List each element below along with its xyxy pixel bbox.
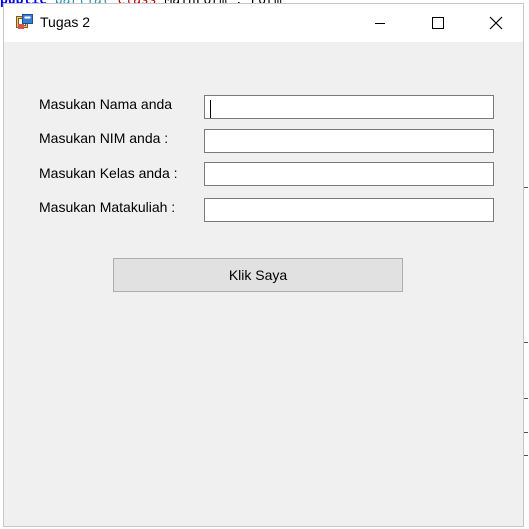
maximize-button[interactable] bbox=[409, 4, 467, 42]
klik-saya-button[interactable]: Klik Saya bbox=[113, 258, 403, 292]
label-nama: Masukan Nama anda bbox=[39, 96, 173, 112]
kelas-input[interactable] bbox=[204, 162, 494, 186]
text-caret bbox=[210, 100, 211, 118]
minimize-icon bbox=[375, 23, 385, 24]
matakuliah-input[interactable] bbox=[204, 198, 494, 222]
maximize-icon bbox=[432, 17, 444, 29]
label-nim: Masukan NIM anda : bbox=[39, 130, 169, 146]
winforms-app-icon bbox=[16, 14, 33, 29]
window-title: Tugas 2 bbox=[40, 14, 91, 30]
nama-input[interactable] bbox=[204, 95, 494, 119]
form-window: Tugas 2 Masukan Nama anda Masukan NIM an… bbox=[3, 3, 524, 527]
label-matakuliah: Masukan Matakuliah : bbox=[39, 199, 176, 215]
close-button[interactable] bbox=[467, 4, 525, 42]
nim-input[interactable] bbox=[204, 129, 494, 153]
title-bar[interactable]: Tugas 2 bbox=[4, 4, 523, 42]
label-kelas: Masukan Kelas anda : bbox=[39, 165, 178, 181]
minimize-button[interactable] bbox=[351, 4, 409, 42]
close-icon bbox=[489, 16, 503, 30]
